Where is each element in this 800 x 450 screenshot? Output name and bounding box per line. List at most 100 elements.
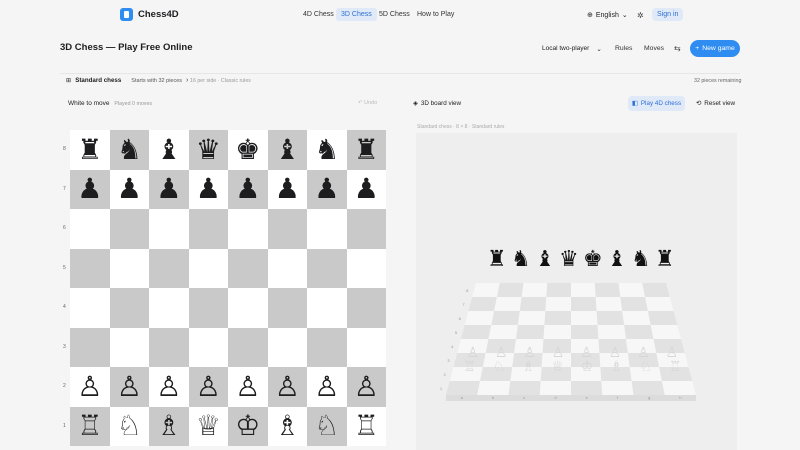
chess-piece[interactable]: ♕ [196,412,221,440]
chess-piece[interactable]: ♙ [235,372,260,401]
board-square-a6[interactable] [70,209,110,249]
chess-piece[interactable]: ♙ [77,372,102,401]
3d-board-square[interactable] [631,381,665,395]
board-square-d8[interactable]: ♛ [188,130,228,170]
3d-black-piece[interactable]: ♝ [607,247,627,272]
chess-piece[interactable]: ♟ [196,175,221,203]
3d-board-square[interactable] [494,297,522,311]
board-square-e6[interactable] [228,209,268,249]
chess-piece[interactable]: ♚ [235,135,260,164]
3d-board-square[interactable] [544,311,571,325]
board-square-d2[interactable]: ♙ [188,367,228,407]
board-square-b6[interactable] [109,209,149,249]
3d-black-piece[interactable]: ♞ [511,247,531,272]
chess-piece[interactable]: ♛ [196,135,221,164]
chess-piece[interactable]: ♗ [275,412,300,440]
3d-black-piece[interactable]: ♝ [535,247,555,272]
board-square-c1[interactable]: ♗ [149,406,189,446]
reset-view-button[interactable]: ⟲ Reset view [696,100,735,107]
chess-piece[interactable]: ♞ [117,135,142,164]
board-square-a8[interactable]: ♜ [70,130,110,170]
chess-piece[interactable]: ♞ [314,135,339,164]
chess-board-2d[interactable]: 8 ♜ ♞ ♝ ♛ ♚ ♝ ♞ ♜ 7 ♟ ♟ ♟ ♟ ♟ ♟ ♟ ♟ 6 5 4 3 2 ♙ ♙ ♙ ♙ ♙ ♙ ♙ ♙ 1 ♖ ♘ ♗ ♕ ♔ ♗ ♘ ♖ [63,130,386,450]
3d-board-square[interactable] [571,381,603,395]
chess-piece[interactable]: ♘ [314,412,339,440]
board-square-g7[interactable]: ♟ [307,169,347,209]
variant-selector[interactable]: ⊞ Standard chess Starts with 32 pieces › [66,77,188,84]
chess-piece[interactable]: ♖ [354,412,379,440]
3d-white-piece[interactable]: ♘ [639,359,652,375]
3d-board-square[interactable] [571,297,597,311]
board-square-a3[interactable] [70,327,110,367]
board-square-e2[interactable]: ♙ [228,367,268,407]
board-square-d5[interactable] [188,248,228,288]
3d-board-square[interactable] [508,381,541,395]
board-square-b3[interactable] [109,327,149,367]
board-square-h6[interactable] [346,209,386,249]
board-square-a5[interactable] [70,248,110,288]
rules-button[interactable]: Rules [615,45,632,52]
3d-board-square[interactable] [446,381,481,395]
3d-board-square[interactable] [571,311,598,325]
chess-piece[interactable]: ♜ [77,135,102,164]
3d-board-square[interactable] [539,381,571,395]
board-square-c3[interactable] [149,327,189,367]
3d-black-piece[interactable]: ♞ [631,247,651,272]
nav-5d-chess[interactable]: 5D Chess [374,8,415,21]
board-square-g3[interactable] [307,327,347,367]
board-square-f4[interactable] [267,288,307,328]
board-square-f5[interactable] [267,248,307,288]
chess-piece[interactable]: ♝ [156,135,181,164]
board-square-d1[interactable]: ♕ [188,406,228,446]
board-square-g5[interactable] [307,248,347,288]
board-square-g1[interactable]: ♘ [307,406,347,446]
chess-piece[interactable]: ♟ [275,175,300,203]
3d-black-piece[interactable]: ♛ [559,247,579,272]
chess-piece[interactable]: ♟ [235,175,260,203]
board-square-d7[interactable]: ♟ [188,169,228,209]
chess-piece[interactable]: ♟ [354,175,379,203]
board-square-f6[interactable] [267,209,307,249]
board-square-h8[interactable]: ♜ [346,130,386,170]
3d-board-square[interactable] [601,381,634,395]
board-square-g2[interactable]: ♙ [307,367,347,407]
3d-board-square[interactable] [595,297,623,311]
board-square-a7[interactable]: ♟ [70,169,110,209]
3d-white-piece[interactable]: ♕ [551,359,564,375]
board-square-a1[interactable]: ♖ [70,406,110,446]
3d-board-square[interactable] [461,325,492,339]
3d-board-square[interactable] [650,325,681,339]
play-4d-button[interactable]: ◧ Play 4D chess [628,96,685,111]
3d-board-square[interactable] [624,325,654,339]
chess-piece[interactable]: ♜ [354,135,379,164]
3d-board-square[interactable] [464,311,495,325]
chess-piece[interactable]: ♖ [77,412,102,440]
chess-piece[interactable]: ♟ [77,175,102,203]
3d-board-square[interactable] [543,325,572,339]
chess-piece[interactable]: ♙ [196,372,221,401]
board-square-a2[interactable]: ♙ [70,367,110,407]
3d-white-piece[interactable]: ♖ [463,359,476,375]
3d-black-piece[interactable]: ♜ [655,247,675,272]
board-square-h7[interactable]: ♟ [346,169,386,209]
board-square-b1[interactable]: ♘ [109,406,149,446]
board-square-f7[interactable]: ♟ [267,169,307,209]
3d-board-canvas[interactable]: 87654321a b c d e f g h♜ ♞ ♝ ♛ ♚ ♝ ♞ ♜♙ ♙ ♙ ♙ ♙ ♙ ♙ ♙♖ ♘ ♗ ♕ ♔ ♗ ♘ ♖ [416,133,737,450]
board-square-c4[interactable] [149,288,189,328]
board-square-h5[interactable] [346,248,386,288]
3d-board-square[interactable] [618,283,646,297]
3d-board-square[interactable] [516,325,545,339]
board-square-c7[interactable]: ♟ [149,169,189,209]
3d-board-square[interactable] [642,283,670,297]
3d-board-square[interactable] [468,297,497,311]
nav-4d-chess[interactable]: 4D Chess [298,8,339,21]
board-square-f1[interactable]: ♗ [267,406,307,446]
new-game-button[interactable]: + New game [690,40,740,57]
chess-piece[interactable]: ♟ [117,175,142,203]
board-square-e7[interactable]: ♟ [228,169,268,209]
board-square-h3[interactable] [346,327,386,367]
nav-3d-chess[interactable]: 3D Chess [336,8,377,21]
board-square-e8[interactable]: ♚ [228,130,268,170]
board-square-g8[interactable]: ♞ [307,130,347,170]
language-selector[interactable]: ⊕ English ⌄ [587,11,628,20]
